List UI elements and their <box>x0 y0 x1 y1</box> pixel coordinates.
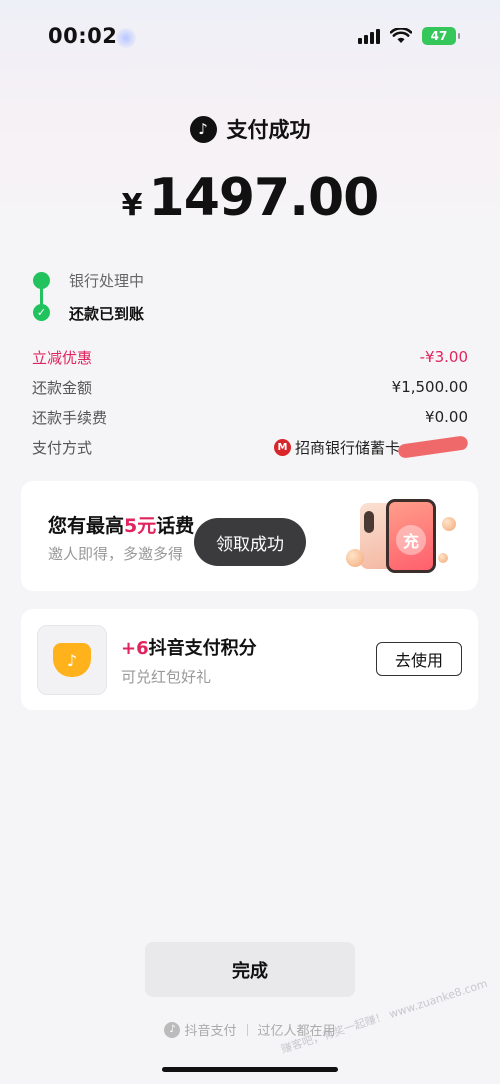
tiktok-logo-icon: ♪ <box>189 115 217 143</box>
success-header: ♪ 支付成功 <box>0 114 500 144</box>
coin-icon <box>438 553 448 563</box>
detail-value: ¥1,500.00 <box>391 378 468 396</box>
douyin-pay-logo-icon: ♪ <box>164 1021 181 1038</box>
promo-subtitle: 邀人即得，多邀多得 <box>48 545 184 563</box>
battery-icon: 47 <box>422 27 460 45</box>
toast-message: 领取成功 <box>194 518 306 566</box>
phone-recharge-illustration-icon: 充 <box>346 497 456 577</box>
points-diamond-icon: ♪ <box>53 643 91 677</box>
detail-label: 支付方式 <box>32 438 93 457</box>
detail-label: 还款手续费 <box>32 408 108 427</box>
footer-divider <box>246 1023 248 1036</box>
detail-label: 立减优惠 <box>32 348 93 367</box>
points-subtitle: 可兑红包好礼 <box>121 668 212 686</box>
use-points-button[interactable]: 去使用 <box>376 642 462 676</box>
status-time: 00:02 <box>48 24 118 48</box>
detail-value: ¥0.00 <box>425 408 468 426</box>
promo-title-prefix: 您有最高 <box>48 515 125 537</box>
coin-icon <box>346 549 364 567</box>
points-title: +6抖音支付积分 <box>121 634 257 660</box>
promo-title: 您有最高5元话费 <box>48 511 194 538</box>
points-card: ♪ +6抖音支付积分 可兑红包好礼 去使用 <box>21 609 478 710</box>
cellular-signal-icon <box>358 28 380 44</box>
payment-amount: ¥ 1497.00 <box>0 168 500 228</box>
detail-value: 招商银行储蓄卡 <box>294 438 400 457</box>
promo-title-highlight: 5元 <box>124 515 157 537</box>
status-bar: 00:02 47 <box>0 0 500 72</box>
timeline-dot-icon <box>33 272 50 289</box>
coin-icon <box>442 517 456 531</box>
payment-details: 立减优惠 -¥3.00 还款金额 ¥1,500.00 还款手续费 ¥0.00 支… <box>32 342 469 462</box>
page-title: 支付成功 <box>226 118 311 142</box>
points-icon-container: ♪ <box>37 625 107 695</box>
footer: ♪ 抖音支付 过亿人都在用 <box>0 1020 500 1039</box>
status-icons: 47 <box>358 27 460 45</box>
bank-info: M 招商银行储蓄卡 <box>273 435 469 459</box>
detail-row-payment-method: 支付方式 M 招商银行储蓄卡 <box>32 432 469 462</box>
timeline-step-processing: 银行处理中 <box>69 272 145 290</box>
points-count: +6 <box>121 638 149 659</box>
detail-value: -¥3.00 <box>419 348 468 366</box>
done-button[interactable]: 完成 <box>145 942 355 997</box>
wifi-icon <box>390 28 412 43</box>
promo-title-suffix: 话费 <box>156 515 195 537</box>
bank-logo-icon: M <box>273 438 291 456</box>
home-indicator[interactable] <box>162 1067 338 1072</box>
progress-timeline: ✓ 银行处理中 还款已到账 <box>32 268 472 332</box>
detail-row-discount: 立减优惠 -¥3.00 <box>32 342 468 372</box>
points-title-text: 抖音支付积分 <box>148 638 257 659</box>
status-indicator-icon <box>116 28 136 48</box>
check-icon: ✓ <box>33 304 50 321</box>
detail-row-fee: 还款手续费 ¥0.00 <box>32 402 468 432</box>
amount-value: 1497.00 <box>148 168 380 228</box>
detail-row-amount: 还款金额 ¥1,500.00 <box>32 372 468 402</box>
footer-brand: 抖音支付 <box>184 1024 237 1039</box>
charge-icon: 充 <box>396 525 426 555</box>
amount-currency: ¥ <box>121 188 143 223</box>
timeline-step-complete: 还款已到账 <box>69 305 145 323</box>
detail-label: 还款金额 <box>32 378 93 397</box>
redaction-mark <box>397 435 469 459</box>
